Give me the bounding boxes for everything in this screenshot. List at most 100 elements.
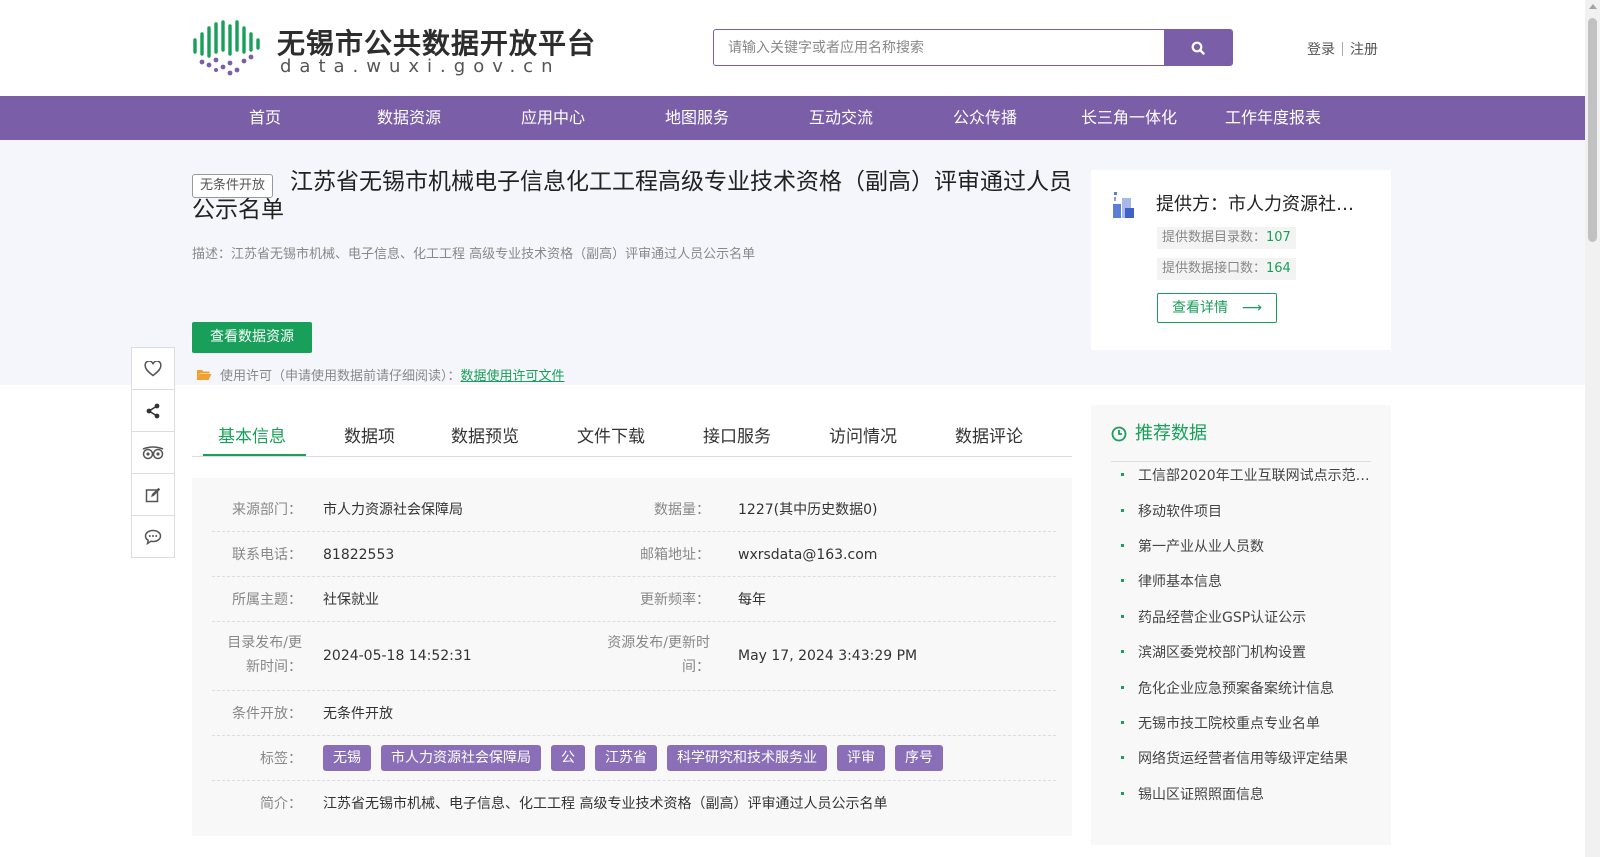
catalog-time-label: 目录发布/更 新时间：	[212, 631, 302, 679]
source-label: 来源部门：	[232, 502, 302, 518]
source-value: 市人力资源社会保障局	[323, 502, 463, 518]
recommended-item-text: 锡山区证照照面信息	[1138, 787, 1264, 803]
auth-links: 登录 注册	[1307, 39, 1378, 59]
resource-time-label-line1: 资源发布/更新时	[607, 635, 710, 651]
recommended-item[interactable]: 工信部2020年工业互联网试点示范项目	[1121, 465, 1371, 485]
recommended-item-text: 药品经营企业GSP认证公示	[1138, 610, 1307, 626]
email-value: wxrsdata@163.com	[738, 547, 878, 563]
search-bar	[713, 29, 1233, 66]
comment-button[interactable]	[131, 515, 175, 558]
nav-item-interact[interactable]: 互动交流	[776, 96, 906, 140]
phone-label: 联系电话：	[232, 547, 302, 563]
tag-pill[interactable]: 市人力资源社会保障局	[381, 745, 541, 771]
view-details-button[interactable]: 查看详情 ⟶	[1157, 293, 1277, 323]
info-row-tags: 标签： 无锡 市人力资源社会保障局公江苏省 科学研究和技术服务业 评审 序号	[212, 736, 1056, 781]
login-link[interactable]: 登录	[1307, 39, 1335, 59]
tab-file-download[interactable]: 文件下载	[577, 422, 645, 447]
recommended-item[interactable]: 无锡市技工院校重点专业名单	[1121, 713, 1371, 733]
view-data-button[interactable]: 查看数据资源	[192, 322, 312, 353]
api-count-value: 164	[1266, 261, 1291, 276]
frequency-label: 更新频率：	[640, 592, 710, 608]
search-input[interactable]	[714, 30, 1164, 65]
tag-pill[interactable]: 序号	[895, 745, 943, 771]
catalog-time-value: 2024-05-18 14:52:31	[323, 648, 472, 664]
catalog-count-label: 提供数据目录数：	[1162, 230, 1267, 245]
provider-name: 提供方：市人力资源社会保障局	[1156, 194, 1371, 215]
tab-data-preview[interactable]: 数据预览	[451, 422, 519, 447]
tab-basic-info[interactable]: 基本信息	[218, 422, 286, 447]
view-count-button[interactable]	[131, 431, 175, 474]
tab-data-comments[interactable]: 数据评论	[955, 422, 1023, 447]
edit-button[interactable]	[131, 473, 175, 516]
topic-label: 所属主题：	[232, 592, 302, 608]
license-file-link[interactable]: 数据使用许可文件	[461, 365, 565, 384]
nav-item-annual-report[interactable]: 工作年度报表	[1208, 96, 1338, 140]
nav-item-public[interactable]: 公众传播	[920, 96, 1050, 140]
tag-list: 无锡 市人力资源社会保障局公江苏省 科学研究和技术服务业 评审 序号	[323, 745, 953, 771]
nav-item-data[interactable]: 数据资源	[344, 96, 474, 140]
nav-item-map[interactable]: 地图服务	[632, 96, 762, 140]
active-tab-indicator	[203, 454, 306, 456]
scroll-up-arrow-icon[interactable]	[1589, 4, 1597, 9]
recommended-item[interactable]: 第一产业从业人员数	[1121, 536, 1371, 556]
view-details-label: 查看详情	[1172, 300, 1228, 316]
recommended-title: 推荐数据	[1135, 423, 1207, 444]
provider-catalog-count: 提供数据目录数：107	[1157, 227, 1296, 249]
header: 无锡市公共数据开放平台 data.wuxi.gov.cn 登录 注册	[0, 0, 1585, 94]
tag-pill[interactable]: 无锡	[323, 745, 371, 771]
tab-api-service[interactable]: 接口服务	[703, 422, 771, 447]
email-label: 邮箱地址：	[640, 547, 710, 563]
tag-pill[interactable]: 公	[551, 745, 585, 771]
recommended-item-text: 危化企业应急预案备案统计信息	[1138, 681, 1334, 697]
dataset-title: 江苏省无锡市机械电子信息化工工程高级专业技术资格（副高）评审通过人员公示名单	[192, 169, 1072, 223]
heart-icon	[144, 360, 162, 376]
search-button[interactable]	[1164, 29, 1232, 66]
scrollbar-thumb[interactable]	[1588, 18, 1597, 242]
info-row-source: 来源部门： 市人力资源社会保障局 数据量： 1227(其中历史数据0)	[212, 478, 1056, 532]
detail-tabs: 基本信息 数据项 数据预览 文件下载 接口服务 访问情况 数据评论	[192, 410, 1072, 457]
recommended-header: 推荐数据	[1111, 423, 1371, 462]
arrow-right-icon: ⟶	[1241, 300, 1262, 316]
info-row-topic: 所属主题： 社保就业 更新频率： 每年	[212, 577, 1056, 622]
recommended-item[interactable]: 移动软件项目	[1121, 501, 1371, 521]
tag-pill[interactable]: 评审	[837, 745, 885, 771]
recommended-item[interactable]: 药品经营企业GSP认证公示	[1121, 607, 1371, 627]
condition-label: 条件开放：	[232, 706, 302, 722]
catalog-time-label-line2: 新时间：	[246, 659, 302, 675]
recommended-item-text: 滨湖区委党校部门机构设置	[1138, 645, 1306, 661]
search-icon	[1191, 41, 1205, 55]
tab-access-stats[interactable]: 访问情况	[829, 422, 897, 447]
tag-pill[interactable]: 科学研究和技术服务业	[667, 745, 827, 771]
recommended-item[interactable]: 锡山区证照照面信息	[1121, 784, 1371, 804]
auth-divider	[1342, 42, 1343, 56]
nav-item-yangtze[interactable]: 长三角一体化	[1064, 96, 1194, 140]
catalog-time-label-line1: 目录发布/更	[227, 635, 302, 651]
nav-item-apps[interactable]: 应用中心	[488, 96, 618, 140]
condition-value: 无条件开放	[323, 706, 393, 722]
favorite-button[interactable]	[131, 347, 175, 390]
recommended-item[interactable]: 滨湖区委党校部门机构设置	[1121, 642, 1371, 662]
tag-pill[interactable]: 江苏省	[595, 745, 657, 771]
nav-item-home[interactable]: 首页	[200, 96, 330, 140]
recommended-item[interactable]: 律师基本信息	[1121, 571, 1371, 591]
recommended-data-panel: 推荐数据 工信部2020年工业互联网试点示范项目 移动软件项目 第一产业从业人员…	[1091, 405, 1391, 845]
page-scrollbar[interactable]	[1585, 0, 1600, 857]
recommended-item[interactable]: 危化企业应急预案备案统计信息	[1121, 678, 1371, 698]
comment-icon	[144, 529, 162, 545]
tags-label: 标签：	[260, 751, 302, 767]
tab-data-items[interactable]: 数据项	[344, 422, 395, 447]
resource-time-value: May 17, 2024 3:43:29 PM	[738, 648, 918, 664]
catalog-count-value: 107	[1266, 230, 1291, 245]
site-logo[interactable]: 无锡市公共数据开放平台 data.wuxi.gov.cn	[192, 20, 595, 77]
share-icon	[146, 403, 160, 418]
clock-icon	[1111, 426, 1127, 442]
share-button[interactable]	[131, 389, 175, 432]
register-link[interactable]: 注册	[1350, 39, 1378, 59]
recommended-item-text: 无锡市技工院校重点专业名单	[1138, 716, 1320, 732]
recommended-item-text: 第一产业从业人员数	[1138, 539, 1264, 555]
frequency-value: 每年	[738, 592, 766, 608]
recommended-item[interactable]: 网络货运经营者信用等级评定结果	[1121, 748, 1371, 768]
license-line: 使用许可（申请使用数据前请仔细阅读）： 数据使用许可文件	[196, 365, 565, 384]
recommended-item-text: 工信部2020年工业互联网试点示范项目	[1138, 468, 1371, 484]
recommended-item-text: 律师基本信息	[1138, 574, 1222, 590]
